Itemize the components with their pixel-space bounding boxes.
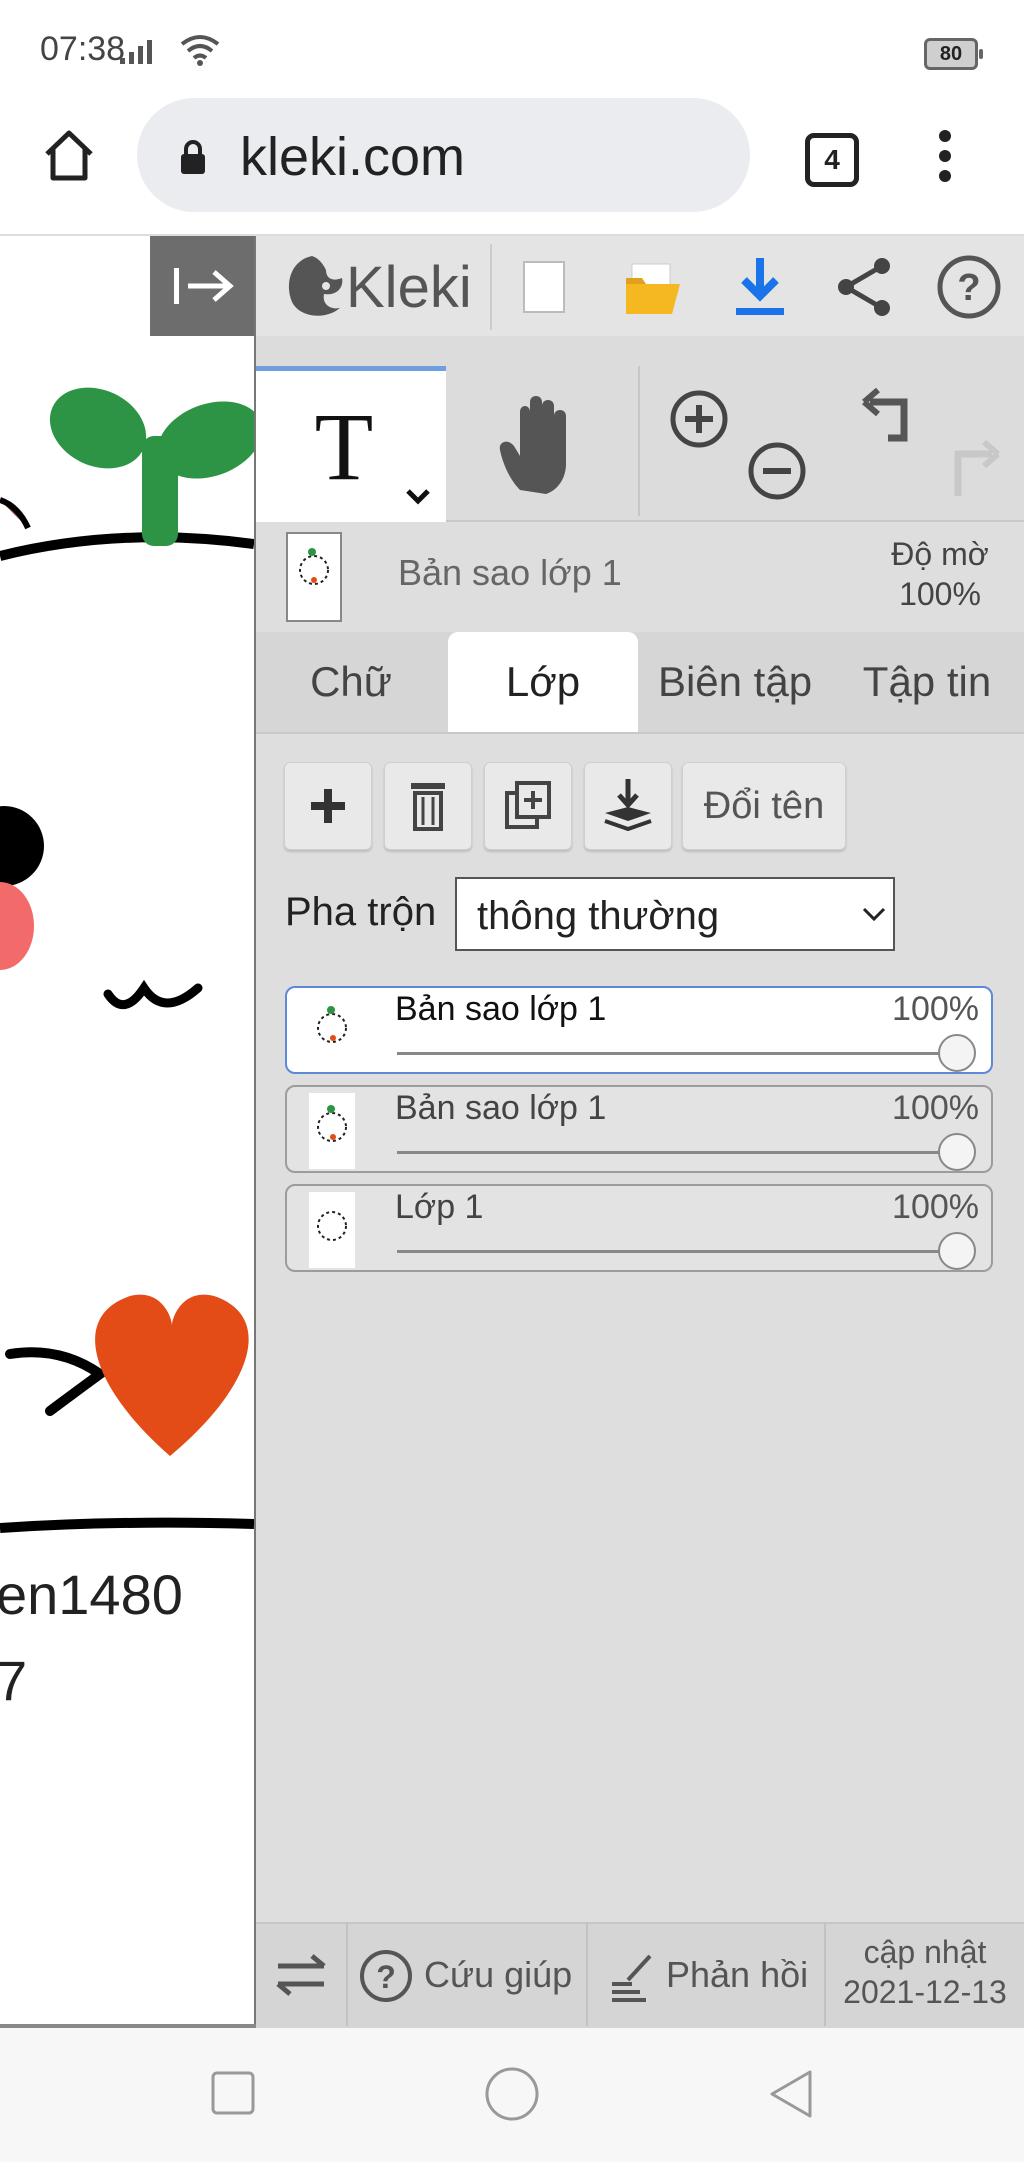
layer-opacity-slider[interactable] <box>397 1052 957 1055</box>
layer-opacity-handle[interactable] <box>938 1133 976 1171</box>
status-time: 07:38 <box>40 30 126 68</box>
blend-mode-value: thông thường <box>477 894 720 938</box>
feedback-link[interactable]: Phản hồi <box>666 1954 808 1996</box>
tab-layers[interactable]: Lớp <box>448 632 638 732</box>
feedback-pen-icon[interactable] <box>606 1950 656 2002</box>
canvas-text-line2: 7 <box>0 1648 27 1713</box>
footer-divider <box>586 1922 588 2026</box>
blend-mode-label: Pha trộn <box>285 890 437 934</box>
toolrow-divider <box>638 366 640 516</box>
recents-icon[interactable] <box>210 2070 256 2116</box>
open-folder-icon[interactable] <box>622 258 686 318</box>
add-layer-button[interactable] <box>284 762 372 850</box>
layer-opacity-handle[interactable] <box>938 1034 976 1072</box>
tab-edit[interactable]: Biên tập <box>640 632 830 732</box>
layer-name: Lớp 1 <box>395 1188 484 1226</box>
svg-text:?: ? <box>957 267 980 309</box>
wifi-icon <box>180 35 220 66</box>
opacity-value: 100% <box>899 576 981 612</box>
svg-text:?: ? <box>376 1959 396 1995</box>
text-tool-icon: T <box>315 393 430 505</box>
tab-text[interactable]: Chữ <box>256 632 446 732</box>
chevron-down-icon <box>862 907 886 922</box>
current-layer-name: Bản sao lớp 1 <box>398 552 622 593</box>
layer-thumbnail-drawing <box>317 1211 347 1241</box>
layer-opacity: 100% <box>892 990 979 1028</box>
canvas-text-line1: en1480 <box>0 1563 183 1626</box>
kleki-logo-icon <box>288 256 343 316</box>
tab-file[interactable]: Tập tin <box>832 632 1022 732</box>
new-file-icon[interactable] <box>520 258 570 316</box>
home-icon[interactable] <box>42 128 96 182</box>
update-date[interactable]: 2021-12-13 <box>826 1974 1024 2011</box>
layer-row[interactable]: Lớp 1 100% <box>285 1184 993 1272</box>
layer-opacity: 100% <box>892 1089 979 1127</box>
layer-thumbnail-drawing <box>317 1105 347 1142</box>
lock-icon <box>181 140 205 174</box>
redo-icon[interactable] <box>936 440 1002 500</box>
layer-thumbnail <box>309 1192 355 1268</box>
layer-name: Bản sao lớp 1 <box>395 1089 607 1127</box>
layer-row[interactable]: Bản sao lớp 1 100% <box>285 1085 993 1173</box>
home-circle-icon[interactable] <box>484 2066 540 2122</box>
duplicate-layer-button[interactable] <box>484 762 572 850</box>
back-icon[interactable] <box>766 2068 814 2120</box>
swap-side-icon[interactable] <box>274 1950 330 2000</box>
layer-name: Bản sao lớp 1 <box>395 990 607 1028</box>
current-layer-thumbnail <box>286 532 342 622</box>
blend-mode-select[interactable]: thông thường <box>455 877 895 951</box>
update-label[interactable]: cập nhật <box>826 1934 1024 1971</box>
tab-switcher-button[interactable]: 4 <box>805 133 859 187</box>
layer-row[interactable]: Bản sao lớp 1 100% <box>285 986 993 1074</box>
merge-layer-button[interactable] <box>584 762 672 850</box>
collapse-panel-button[interactable] <box>150 236 254 336</box>
layer-thumbnail-drawing <box>317 1006 347 1043</box>
merge-down-icon <box>604 779 652 832</box>
layer-thumbnail <box>309 1093 355 1169</box>
zoom-out-icon[interactable] <box>746 440 808 502</box>
footer-divider <box>346 1922 348 2026</box>
plus-icon <box>311 789 345 823</box>
rename-layer-button[interactable]: Đổi tên <box>682 762 846 850</box>
collapse-arrow-icon <box>174 268 234 304</box>
delete-layer-button[interactable] <box>384 762 472 850</box>
layer-thumbnail <box>309 994 355 1070</box>
signal-icon <box>120 40 152 64</box>
toolbar-divider <box>490 244 492 330</box>
app-logo-text: Kleki <box>346 255 472 320</box>
layer-opacity: 100% <box>892 1188 979 1226</box>
text-tool-button[interactable]: T <box>256 366 446 525</box>
hand-tool-icon[interactable] <box>498 394 582 498</box>
help-icon[interactable]: ? <box>936 254 1002 320</box>
share-icon[interactable] <box>834 256 894 318</box>
url-text[interactable]: kleki.com <box>240 126 465 188</box>
more-options-icon[interactable] <box>930 128 960 184</box>
help-circle-icon[interactable]: ? <box>358 1948 414 2004</box>
download-icon[interactable] <box>730 254 790 320</box>
svg-text:T: T <box>315 393 374 500</box>
layer-opacity-handle[interactable] <box>938 1232 976 1270</box>
layer-opacity-slider[interactable] <box>397 1151 957 1154</box>
trash-icon <box>411 783 445 831</box>
opacity-label: Độ mờ <box>891 536 989 572</box>
canvas-drawing <box>0 387 254 1533</box>
drawing-canvas[interactable]: en1480 7 <box>0 236 257 2026</box>
layer-opacity-slider[interactable] <box>397 1250 957 1253</box>
zoom-in-icon[interactable] <box>668 388 730 450</box>
duplicate-icon <box>505 781 551 829</box>
undo-icon[interactable] <box>860 388 926 448</box>
layer-thumbnail-drawing <box>299 548 329 585</box>
help-link[interactable]: Cứu giúp <box>424 1954 572 1996</box>
battery-indicator: 80 <box>924 38 983 70</box>
